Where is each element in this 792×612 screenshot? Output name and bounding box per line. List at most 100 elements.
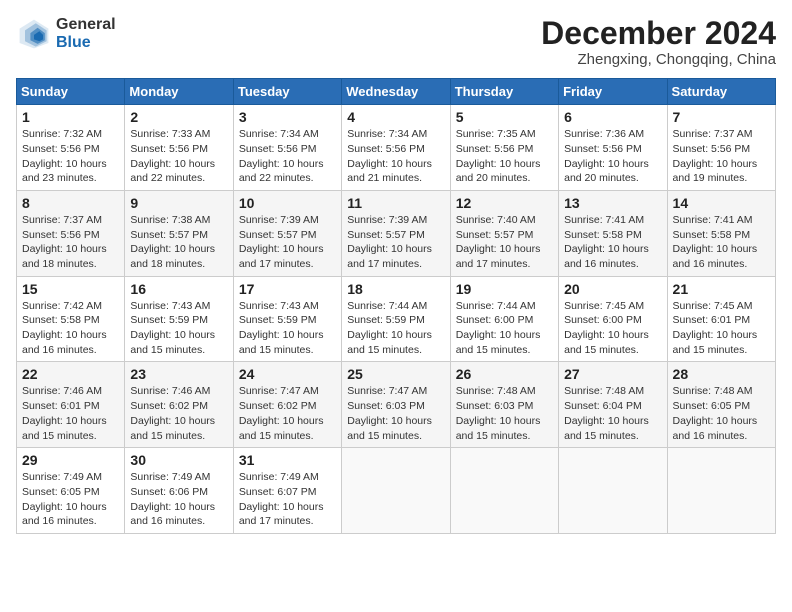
day-number: 16 [130,281,227,297]
logo-blue: Blue [56,34,116,52]
day-info: Sunrise: 7:34 AM Sunset: 5:56 PM Dayligh… [239,127,336,186]
day-info: Sunrise: 7:47 AM Sunset: 6:03 PM Dayligh… [347,384,444,443]
page-header: General Blue December 2024 Zhengxing, Ch… [16,16,776,68]
calendar-cell [559,448,667,534]
day-info: Sunrise: 7:44 AM Sunset: 5:59 PM Dayligh… [347,299,444,358]
day-info: Sunrise: 7:43 AM Sunset: 5:59 PM Dayligh… [239,299,336,358]
day-info: Sunrise: 7:49 AM Sunset: 6:07 PM Dayligh… [239,470,336,529]
header-sunday: Sunday [17,79,125,105]
day-info: Sunrise: 7:36 AM Sunset: 5:56 PM Dayligh… [564,127,661,186]
day-number: 23 [130,366,227,382]
day-number: 15 [22,281,119,297]
header-saturday: Saturday [667,79,775,105]
calendar-cell: 14 Sunrise: 7:41 AM Sunset: 5:58 PM Dayli… [667,190,775,276]
day-number: 13 [564,195,661,211]
calendar-cell: 28 Sunrise: 7:48 AM Sunset: 6:05 PM Dayli… [667,362,775,448]
calendar-cell: 31Sunrise: 7:49 AM Sunset: 6:07 PM Dayli… [233,448,341,534]
calendar-cell: 26 Sunrise: 7:48 AM Sunset: 6:03 PM Dayli… [450,362,558,448]
day-info: Sunrise: 7:48 AM Sunset: 6:05 PM Dayligh… [673,384,770,443]
calendar-week-4: 22Sunrise: 7:46 AM Sunset: 6:01 PM Dayli… [17,362,776,448]
calendar-cell: 18 Sunrise: 7:44 AM Sunset: 5:59 PM Dayli… [342,276,450,362]
day-info: Sunrise: 7:49 AM Sunset: 6:05 PM Dayligh… [22,470,119,529]
calendar-cell: 30 Sunrise: 7:49 AM Sunset: 6:06 PM Dayli… [125,448,233,534]
day-number: 17 [239,281,336,297]
day-info: Sunrise: 7:33 AM Sunset: 5:56 PM Dayligh… [130,127,227,186]
calendar-cell: 16 Sunrise: 7:43 AM Sunset: 5:59 PM Dayli… [125,276,233,362]
day-info: Sunrise: 7:32 AM Sunset: 5:56 PM Dayligh… [22,127,119,186]
day-info: Sunrise: 7:34 AM Sunset: 5:56 PM Dayligh… [347,127,444,186]
day-info: Sunrise: 7:41 AM Sunset: 5:58 PM Dayligh… [564,213,661,272]
day-info: Sunrise: 7:40 AM Sunset: 5:57 PM Dayligh… [456,213,553,272]
day-info: Sunrise: 7:43 AM Sunset: 5:59 PM Dayligh… [130,299,227,358]
calendar-cell: 22Sunrise: 7:46 AM Sunset: 6:01 PM Dayli… [17,362,125,448]
calendar-cell: 20Sunrise: 7:45 AM Sunset: 6:00 PM Dayli… [559,276,667,362]
day-info: Sunrise: 7:49 AM Sunset: 6:06 PM Dayligh… [130,470,227,529]
day-info: Sunrise: 7:35 AM Sunset: 5:56 PM Dayligh… [456,127,553,186]
day-number: 8 [22,195,119,211]
calendar-cell: 23 Sunrise: 7:46 AM Sunset: 6:02 PM Dayli… [125,362,233,448]
day-number: 14 [673,195,770,211]
logo: General Blue [16,16,116,52]
header-thursday: Thursday [450,79,558,105]
day-info: Sunrise: 7:39 AM Sunset: 5:57 PM Dayligh… [347,213,444,272]
day-number: 1 [22,109,119,125]
day-number: 21 [673,281,770,297]
calendar-cell: 6Sunrise: 7:36 AM Sunset: 5:56 PM Daylig… [559,105,667,191]
calendar-cell: 10 Sunrise: 7:39 AM Sunset: 5:57 PM Dayli… [233,190,341,276]
header-friday: Friday [559,79,667,105]
day-info: Sunrise: 7:38 AM Sunset: 5:57 PM Dayligh… [130,213,227,272]
day-number: 26 [456,366,553,382]
logo-general: General [56,16,116,34]
day-number: 4 [347,109,444,125]
calendar-cell [450,448,558,534]
day-number: 18 [347,281,444,297]
day-number: 5 [456,109,553,125]
calendar-header-row: SundayMondayTuesdayWednesdayThursdayFrid… [17,79,776,105]
logo-icon [16,16,52,52]
calendar-week-3: 15 Sunrise: 7:42 AM Sunset: 5:58 PM Dayli… [17,276,776,362]
day-info: Sunrise: 7:42 AM Sunset: 5:58 PM Dayligh… [22,299,119,358]
day-number: 3 [239,109,336,125]
calendar-cell [342,448,450,534]
day-number: 11 [347,195,444,211]
calendar-cell: 5 Sunrise: 7:35 AM Sunset: 5:56 PM Daylig… [450,105,558,191]
title-area: December 2024 Zhengxing, Chongqing, Chin… [541,16,776,68]
day-info: Sunrise: 7:39 AM Sunset: 5:57 PM Dayligh… [239,213,336,272]
calendar-cell: 29Sunrise: 7:49 AM Sunset: 6:05 PM Dayli… [17,448,125,534]
day-info: Sunrise: 7:47 AM Sunset: 6:02 PM Dayligh… [239,384,336,443]
day-info: Sunrise: 7:37 AM Sunset: 5:56 PM Dayligh… [22,213,119,272]
day-info: Sunrise: 7:41 AM Sunset: 5:58 PM Dayligh… [673,213,770,272]
day-number: 30 [130,452,227,468]
day-number: 27 [564,366,661,382]
day-info: Sunrise: 7:45 AM Sunset: 6:01 PM Dayligh… [673,299,770,358]
calendar-cell: 25 Sunrise: 7:47 AM Sunset: 6:03 PM Dayli… [342,362,450,448]
day-info: Sunrise: 7:48 AM Sunset: 6:03 PM Dayligh… [456,384,553,443]
calendar-cell: 9 Sunrise: 7:38 AM Sunset: 5:57 PM Daylig… [125,190,233,276]
header-monday: Monday [125,79,233,105]
day-number: 10 [239,195,336,211]
calendar-cell: 1 Sunrise: 7:32 AM Sunset: 5:56 PM Daylig… [17,105,125,191]
day-info: Sunrise: 7:44 AM Sunset: 6:00 PM Dayligh… [456,299,553,358]
day-number: 9 [130,195,227,211]
calendar-cell: 3 Sunrise: 7:34 AM Sunset: 5:56 PM Daylig… [233,105,341,191]
calendar-week-5: 29Sunrise: 7:49 AM Sunset: 6:05 PM Dayli… [17,448,776,534]
calendar-cell: 19Sunrise: 7:44 AM Sunset: 6:00 PM Dayli… [450,276,558,362]
day-number: 7 [673,109,770,125]
calendar-cell: 8 Sunrise: 7:37 AM Sunset: 5:56 PM Daylig… [17,190,125,276]
day-info: Sunrise: 7:46 AM Sunset: 6:02 PM Dayligh… [130,384,227,443]
day-number: 12 [456,195,553,211]
day-info: Sunrise: 7:48 AM Sunset: 6:04 PM Dayligh… [564,384,661,443]
calendar-cell: 12 Sunrise: 7:40 AM Sunset: 5:57 PM Dayli… [450,190,558,276]
month-title: December 2024 [541,16,776,51]
calendar-cell: 21 Sunrise: 7:45 AM Sunset: 6:01 PM Dayli… [667,276,775,362]
day-number: 24 [239,366,336,382]
calendar-table: SundayMondayTuesdayWednesdayThursdayFrid… [16,78,776,534]
calendar-week-2: 8 Sunrise: 7:37 AM Sunset: 5:56 PM Daylig… [17,190,776,276]
calendar-cell: 13 Sunrise: 7:41 AM Sunset: 5:58 PM Dayli… [559,190,667,276]
logo-text: General Blue [56,16,116,51]
header-wednesday: Wednesday [342,79,450,105]
day-info: Sunrise: 7:37 AM Sunset: 5:56 PM Dayligh… [673,127,770,186]
day-number: 28 [673,366,770,382]
calendar-cell: 4 Sunrise: 7:34 AM Sunset: 5:56 PM Daylig… [342,105,450,191]
day-number: 25 [347,366,444,382]
